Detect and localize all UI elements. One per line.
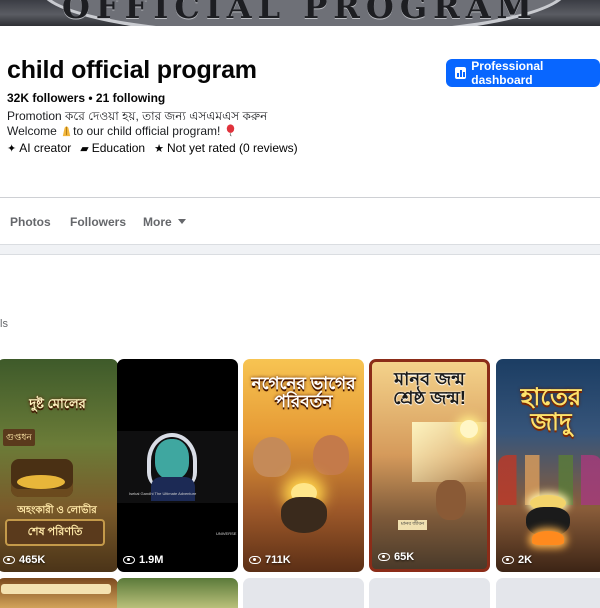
view-count: 1.9M — [123, 554, 163, 566]
eye-icon — [123, 556, 135, 564]
reel-card[interactable]: Isekai Gandhi The Ultimate Adventure UNI… — [117, 359, 238, 572]
tab-followers[interactable]: Followers — [70, 215, 126, 229]
video-caption: Isekai Gandhi The Ultimate Adventure — [129, 491, 197, 496]
star-icon: ★ — [154, 142, 164, 155]
reel-title: হাতের জাদু — [520, 384, 582, 437]
channel-logo: UNIVERSE — [216, 531, 237, 536]
reel-title: নগেনের ভাগের পরিবর্তন — [251, 374, 356, 411]
reel-card[interactable] — [117, 578, 238, 608]
reel-card-placeholder — [369, 578, 490, 608]
boy-art — [313, 435, 349, 475]
view-count: 65K — [378, 551, 414, 563]
view-count: 2K — [502, 554, 532, 566]
eye-icon — [249, 556, 261, 564]
reel-title-strip — [1, 584, 111, 594]
gold-art — [17, 475, 65, 489]
profile-tabs: Photos Followers More — [0, 198, 600, 244]
pot-art — [281, 497, 327, 533]
old-man-art — [253, 437, 291, 477]
profile-header: child official program 32K followers • 2… — [0, 26, 600, 198]
meta-label: Education — [91, 141, 146, 155]
view-count-value: 2K — [518, 554, 533, 566]
briefcase-icon: ▰ — [80, 142, 89, 155]
character-face-art — [155, 439, 189, 479]
bio-line-2: Welcome to our child official program! — [7, 124, 237, 138]
balloon-emoji-icon — [226, 124, 234, 137]
sun-art — [460, 420, 478, 438]
meta-label: Not yet rated (0 reviews) — [166, 141, 298, 155]
tab-more-label: More — [143, 215, 172, 229]
reel-subtitle: অহংকারী ও লোভীর — [17, 505, 97, 516]
reel-title: দুষ্ট মোলের — [29, 396, 86, 411]
bio-welcome-text: Welcome — [7, 124, 61, 138]
tab-more[interactable]: More — [143, 215, 186, 229]
reel-card[interactable]: হাতের জাদু 2K — [496, 359, 600, 572]
caret-down-icon — [177, 219, 186, 224]
section-heading: ls — [0, 318, 8, 330]
meta-label: AI creator — [19, 141, 72, 155]
page-title: child official program — [7, 56, 257, 84]
tab-photos[interactable]: Photos — [10, 215, 51, 229]
view-count-value: 711K — [265, 554, 291, 566]
cover-text: OFFICIAL PROGRAM — [62, 0, 538, 26]
professional-dashboard-label: Professional dashboard — [471, 59, 544, 87]
eye-icon — [378, 553, 390, 561]
meta-rating[interactable]: ★ Not yet rated (0 reviews) — [154, 141, 298, 155]
view-count-value: 65K — [394, 551, 415, 563]
section-separator — [0, 244, 600, 255]
professional-dashboard-button[interactable]: Professional dashboard — [446, 59, 600, 87]
cover-photo[interactable]: OFFICIAL PROGRAM — [0, 0, 600, 26]
child-art — [436, 480, 466, 520]
character-body-art — [151, 477, 195, 501]
reel-card-placeholder — [496, 578, 600, 608]
reel-card[interactable]: নগেনের ভাগের পরিবর্তন 711K — [243, 359, 364, 572]
reel-title: মানব জন্ম শ্রেষ্ঠ জন্ম! — [393, 369, 466, 408]
sparkle-icon: ✦ — [7, 142, 17, 155]
meta-ai-creator: ✦ AI creator — [7, 141, 71, 155]
reel-card-placeholder — [243, 578, 364, 608]
folded-hands-emoji-icon — [62, 126, 71, 137]
reel-tag: মানব জীবন — [398, 520, 428, 530]
reel-card[interactable]: মানব জন্ম শ্রেষ্ঠ জন্ম! মানব জীবন 65K — [369, 359, 490, 572]
follower-stats[interactable]: 32K followers • 21 following — [7, 91, 165, 105]
view-count-value: 1.9M — [139, 554, 164, 566]
light-beam-art — [412, 422, 487, 482]
reel-card[interactable]: গুপ্তধন দুষ্ট মোলের অহংকারী ও লোভীর শেষ … — [0, 359, 118, 572]
view-count: 465K — [3, 554, 45, 566]
reel-sign-text: গুপ্তধন — [3, 429, 35, 446]
view-count-value: 465K — [19, 554, 46, 566]
fire-art — [532, 531, 564, 545]
eye-icon — [502, 556, 514, 564]
eye-icon — [3, 556, 15, 564]
dashboard-chart-icon — [455, 67, 467, 79]
view-count: 711K — [249, 554, 291, 566]
reel-bottom-title: শেষ পরিণতি — [5, 519, 105, 546]
bio-program-text: to our child official program! — [73, 124, 221, 138]
reel-card[interactable] — [0, 578, 118, 608]
meta-education[interactable]: ▰ Education — [80, 141, 145, 155]
profile-meta: ✦ AI creator ▰ Education ★ Not yet rated… — [7, 141, 298, 155]
